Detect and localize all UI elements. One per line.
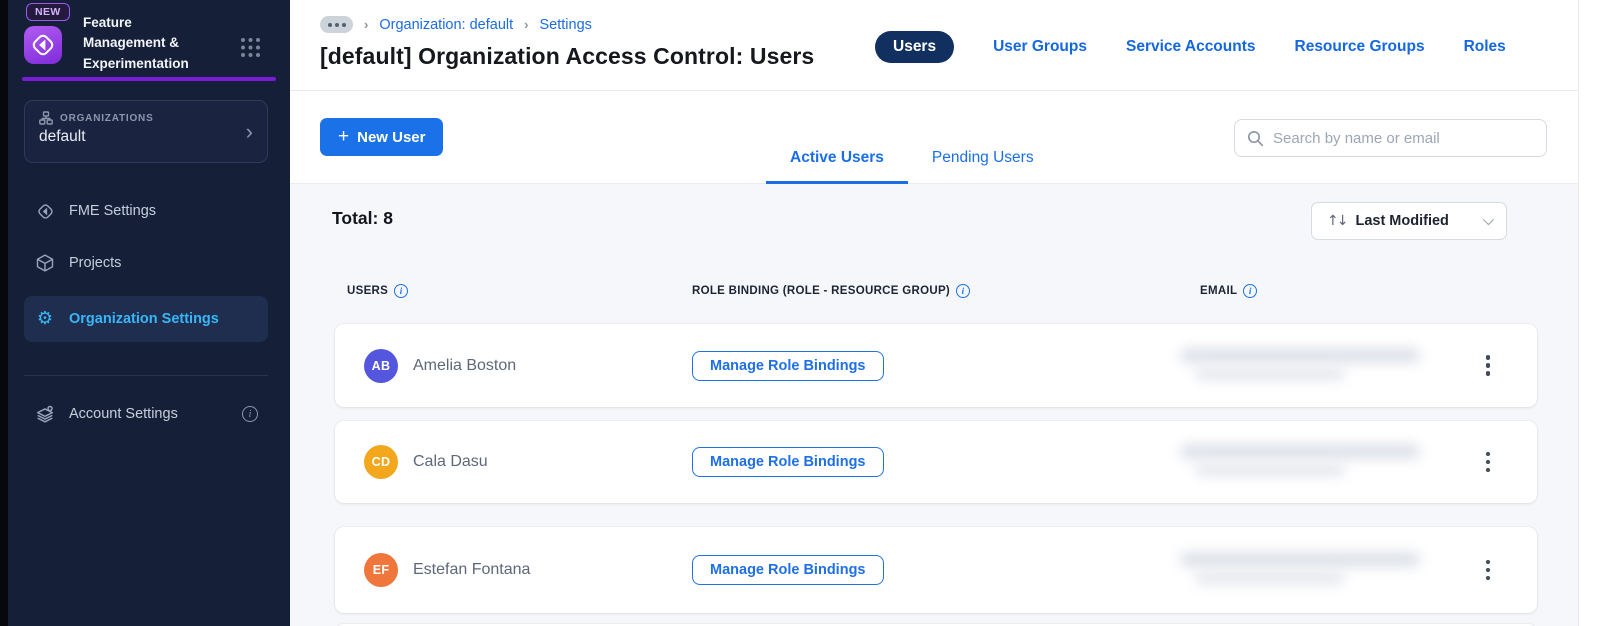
accent-divider bbox=[22, 77, 276, 81]
column-header-users: USERS i bbox=[347, 284, 409, 298]
sidebar-item-organization-settings[interactable]: ⚙ Organization Settings bbox=[24, 296, 268, 342]
info-icon[interactable]: i bbox=[242, 406, 258, 422]
product-title: Feature Management & Experimentation bbox=[83, 15, 189, 71]
chevron-right-icon: › bbox=[245, 118, 253, 144]
sidebar-item-label: Projects bbox=[69, 255, 122, 271]
breadcrumb-ellipsis-button[interactable] bbox=[320, 16, 353, 33]
plus-icon: + bbox=[338, 125, 350, 147]
email-redacted bbox=[1180, 344, 1430, 384]
column-header-role-binding: ROLE BINDING (ROLE - RESOURCE GROUP) i bbox=[692, 284, 971, 298]
sidebar-item-label: Account Settings bbox=[69, 406, 178, 422]
sort-dropdown[interactable]: ↑↓ Last Modified bbox=[1311, 202, 1507, 240]
app-window: NEW Feature Management & Experimentation bbox=[0, 0, 1600, 626]
breadcrumb-link-settings[interactable]: Settings bbox=[540, 17, 592, 33]
users-list-section: Total: 8 ↑↓ Last Modified USERS i ROLE B… bbox=[290, 184, 1578, 626]
tab-roles[interactable]: Roles bbox=[1464, 38, 1506, 56]
breadcrumb: › Organization: default › Settings bbox=[320, 16, 592, 33]
main-content: › Organization: default › Settings [defa… bbox=[290, 0, 1600, 626]
new-badge: NEW bbox=[26, 3, 70, 21]
access-control-tabs: Users User Groups Service Accounts Resou… bbox=[875, 31, 1506, 63]
user-name: Estefan Fontana bbox=[413, 561, 531, 578]
tab-resource-groups[interactable]: Resource Groups bbox=[1295, 38, 1425, 56]
manage-role-bindings-button[interactable]: Manage Role Bindings bbox=[692, 447, 884, 477]
page-header: › Organization: default › Settings [defa… bbox=[290, 0, 1578, 91]
tab-users[interactable]: Users bbox=[875, 31, 955, 63]
table-row: AB Amelia Boston Manage Role Bindings bbox=[335, 324, 1537, 407]
breadcrumb-link-organization[interactable]: Organization: default bbox=[379, 17, 513, 33]
info-icon[interactable]: i bbox=[394, 284, 409, 298]
manage-role-bindings-button[interactable]: Manage Role Bindings bbox=[692, 350, 884, 381]
sidebar-item-fme-settings[interactable]: FME Settings bbox=[24, 196, 268, 226]
column-header-email: EMAIL i bbox=[1200, 284, 1258, 298]
row-menu-kebab-icon[interactable] bbox=[1473, 553, 1503, 587]
sidebar-item-projects[interactable]: Projects bbox=[24, 248, 268, 278]
email-redacted bbox=[1180, 440, 1430, 480]
user-name: Cala Dasu bbox=[413, 453, 488, 470]
org-selector-label: ORGANIZATIONS bbox=[60, 112, 154, 124]
tab-pending-users[interactable]: Pending Users bbox=[908, 149, 1058, 184]
sidebar: NEW Feature Management & Experimentation bbox=[8, 0, 290, 626]
page-title: [default] Organization Access Control: U… bbox=[320, 43, 815, 69]
email-redacted bbox=[1180, 548, 1430, 588]
manage-role-bindings-button[interactable]: Manage Role Bindings bbox=[692, 555, 884, 585]
info-icon[interactable]: i bbox=[956, 284, 971, 298]
chevron-right-icon: › bbox=[524, 17, 529, 32]
avatar: EF bbox=[364, 553, 398, 587]
table-row: EF Estefan Fontana Manage Role Bindings bbox=[335, 527, 1537, 613]
search-icon bbox=[1247, 130, 1264, 147]
toolbar: + New User Active Users Pending Users bbox=[290, 91, 1578, 184]
new-user-button[interactable]: + New User bbox=[320, 118, 444, 156]
gear-icon: ⚙ bbox=[36, 308, 54, 329]
row-menu-kebab-icon[interactable] bbox=[1473, 445, 1503, 479]
chevron-right-icon: › bbox=[364, 17, 369, 32]
org-hierarchy-icon bbox=[39, 111, 53, 125]
avatar: AB bbox=[364, 348, 398, 383]
org-selector-value: default bbox=[39, 128, 86, 145]
chevron-down-icon bbox=[1482, 213, 1495, 226]
sidebar-item-label: Organization Settings bbox=[69, 311, 219, 327]
row-menu-kebab-icon[interactable] bbox=[1473, 349, 1503, 383]
sort-arrows-icon: ↑↓ bbox=[1327, 213, 1349, 229]
organization-selector[interactable]: ORGANIZATIONS default › bbox=[24, 100, 268, 163]
tab-user-groups[interactable]: User Groups bbox=[993, 38, 1087, 56]
total-count: Total: 8 bbox=[332, 208, 393, 228]
info-icon[interactable]: i bbox=[1243, 284, 1258, 298]
sort-value: Last Modified bbox=[1355, 213, 1449, 229]
user-name: Amelia Boston bbox=[413, 356, 517, 374]
screen-edge bbox=[0, 0, 8, 626]
search-box bbox=[1234, 119, 1547, 157]
sidebar-item-label: FME Settings bbox=[69, 203, 157, 219]
user-state-tabs: Active Users Pending Users bbox=[766, 149, 1058, 184]
app-switcher-grid-icon[interactable] bbox=[239, 36, 262, 59]
tab-service-accounts[interactable]: Service Accounts bbox=[1126, 38, 1256, 56]
fme-logo-icon[interactable] bbox=[24, 26, 62, 64]
search-input[interactable] bbox=[1273, 129, 1534, 147]
tab-active-users[interactable]: Active Users bbox=[766, 149, 908, 184]
scroll-gutter bbox=[1578, 0, 1600, 626]
fme-settings-icon bbox=[34, 201, 56, 222]
avatar: CD bbox=[364, 445, 398, 479]
layers-gear-icon bbox=[34, 403, 56, 425]
table-row: CD Cala Dasu Manage Role Bindings bbox=[335, 421, 1537, 503]
cube-icon bbox=[34, 253, 56, 273]
sidebar-item-account-settings[interactable]: Account Settings i bbox=[24, 399, 268, 429]
sidebar-divider bbox=[24, 375, 268, 376]
